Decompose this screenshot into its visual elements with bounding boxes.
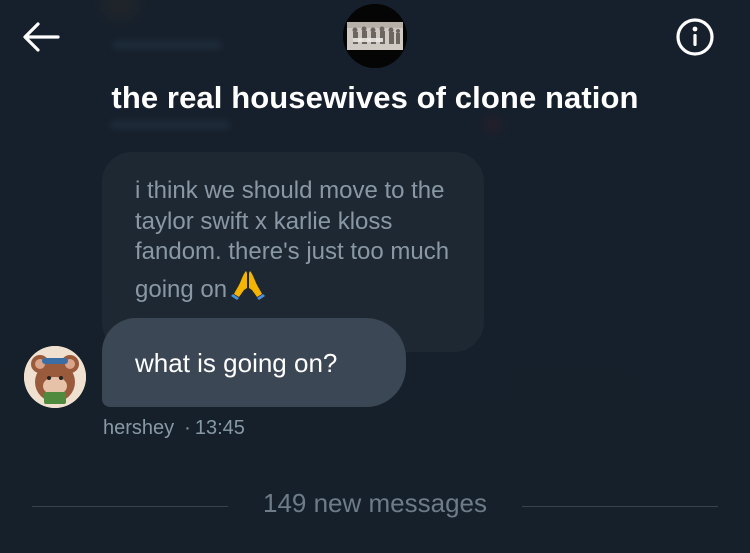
- message-bubble[interactable]: what is going on?: [102, 318, 406, 407]
- dm-conversation-screen: the real housewives of clone nation i th…: [0, 0, 750, 553]
- conversation-info-button[interactable]: [674, 16, 716, 58]
- conversation-title[interactable]: the real housewives of clone nation: [0, 80, 750, 116]
- message-text: what is going on?: [135, 348, 338, 378]
- background-artifact: [486, 118, 500, 132]
- meta-separator: ·: [184, 417, 191, 439]
- background-artifact: [112, 40, 222, 50]
- back-button[interactable]: [20, 18, 62, 56]
- group-avatar[interactable]: [343, 4, 407, 68]
- background-artifact: [100, 0, 140, 20]
- message-timestamp: 13:45: [194, 417, 245, 439]
- background-artifact: [110, 120, 230, 130]
- sender-name[interactable]: hershey: [103, 417, 174, 439]
- arrow-left-icon: [23, 22, 60, 52]
- new-messages-label: 149 new messages: [262, 488, 488, 518]
- group-photo-icon: [343, 4, 407, 68]
- quoted-message-text: i think we should move to the taylor swi…: [135, 177, 450, 303]
- sender-avatar[interactable]: [24, 346, 86, 408]
- divider-line: [522, 506, 718, 507]
- info-circle-icon: [676, 18, 714, 56]
- new-messages-divider[interactable]: 149 new messages: [32, 488, 718, 518]
- folded-hands-icon: [231, 268, 266, 309]
- message-meta: hershey · 13:45: [103, 417, 245, 440]
- cartoon-mouse-avatar-icon: [24, 346, 86, 408]
